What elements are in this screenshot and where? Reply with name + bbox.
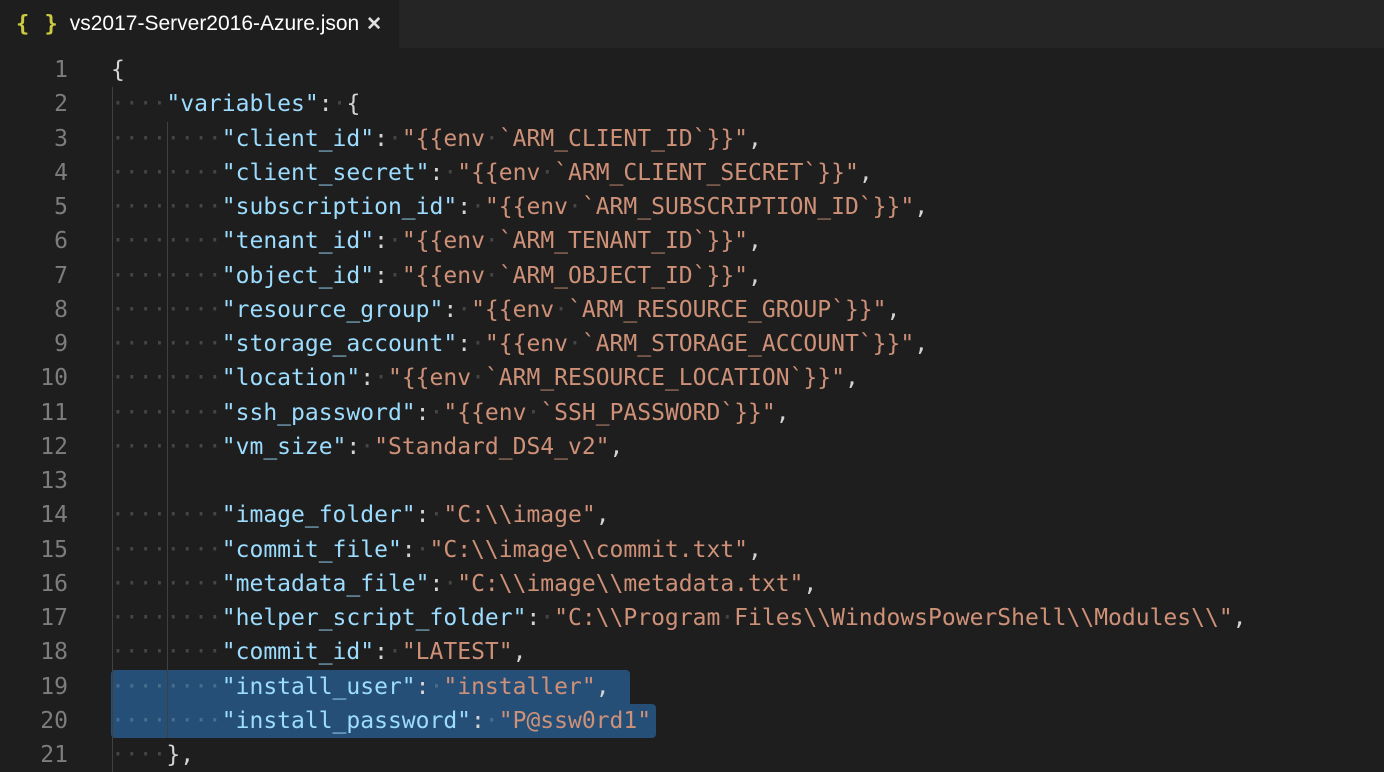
code-text [111, 464, 1384, 498]
line-number: 19 [0, 670, 111, 704]
code-line[interactable]: 19········"install_user":·"installer", [0, 670, 1384, 704]
code-text: ····"variables":·{ [111, 87, 1384, 121]
line-number: 7 [0, 259, 111, 293]
code-line[interactable]: 1{ [0, 53, 1384, 87]
line-number: 4 [0, 156, 111, 190]
line-number: 14 [0, 498, 111, 532]
line-number: 8 [0, 293, 111, 327]
code-line[interactable]: 10········"location":·"{{env·`ARM_RESOUR… [0, 361, 1384, 395]
code-line[interactable]: 4········"client_secret":·"{{env·`ARM_CL… [0, 156, 1384, 190]
code-text: ········"subscription_id":·"{{env·`ARM_S… [111, 190, 1384, 224]
code-line[interactable]: 5········"subscription_id":·"{{env·`ARM_… [0, 190, 1384, 224]
code-line[interactable]: 2····"variables":·{ [0, 87, 1384, 121]
code-line[interactable]: 20········"install_password":·"P@ssw0rd1… [0, 704, 1384, 738]
line-number: 5 [0, 190, 111, 224]
tab-close-icon[interactable]: ✕ [363, 12, 385, 37]
line-number: 10 [0, 361, 111, 395]
tab-filename: vs2017-Server2016-Azure.json [70, 12, 360, 36]
code-text: ········"install_user":·"installer", [111, 670, 1384, 704]
line-number: 3 [0, 122, 111, 156]
line-number: 20 [0, 704, 111, 738]
code-text: ········"install_password":·"P@ssw0rd1" [111, 704, 1384, 738]
code-line[interactable]: 8········"resource_group":·"{{env·`ARM_R… [0, 293, 1384, 327]
line-number: 16 [0, 567, 111, 601]
line-number: 12 [0, 430, 111, 464]
code-text: ········"image_folder":·"C:\\image", [111, 498, 1384, 532]
code-text: ········"ssh_password":·"{{env·`SSH_PASS… [111, 396, 1384, 430]
line-number: 6 [0, 224, 111, 258]
code-line[interactable]: 6········"tenant_id":·"{{env·`ARM_TENANT… [0, 224, 1384, 258]
line-number: 21 [0, 738, 111, 772]
code-area[interactable]: 1{2····"variables":·{3········"client_id… [0, 48, 1384, 772]
code-line[interactable]: 3········"client_id":·"{{env·`ARM_CLIENT… [0, 122, 1384, 156]
code-line[interactable]: 7········"object_id":·"{{env·`ARM_OBJECT… [0, 259, 1384, 293]
code-line[interactable]: 15········"commit_file":·"C:\\image\\com… [0, 533, 1384, 567]
code-text: ········"location":·"{{env·`ARM_RESOURCE… [111, 361, 1384, 395]
code-text: ········"metadata_file":·"C:\\image\\met… [111, 567, 1384, 601]
tab-bar-empty-space [399, 0, 1384, 48]
line-number: 15 [0, 533, 111, 567]
code-line[interactable]: 16········"metadata_file":·"C:\\image\\m… [0, 567, 1384, 601]
code-line[interactable]: 17········"helper_script_folder":·"C:\\P… [0, 601, 1384, 635]
code-line[interactable]: 13 [0, 464, 1384, 498]
code-text: ········"storage_account":·"{{env·`ARM_S… [111, 327, 1384, 361]
code-text: { [111, 53, 1384, 87]
code-text: ········"object_id":·"{{env·`ARM_OBJECT_… [111, 259, 1384, 293]
line-number: 1 [0, 53, 111, 87]
code-text: ········"resource_group":·"{{env·`ARM_RE… [111, 293, 1384, 327]
code-text: ········"vm_size":·"Standard_DS4_v2", [111, 430, 1384, 464]
tab-bar: { } vs2017-Server2016-Azure.json ✕ [0, 0, 1384, 48]
code-line[interactable]: 14········"image_folder":·"C:\\image", [0, 498, 1384, 532]
line-number: 13 [0, 464, 111, 498]
code-line[interactable]: 12········"vm_size":·"Standard_DS4_v2", [0, 430, 1384, 464]
code-text: ····}, [111, 738, 1384, 772]
code-text: ········"client_id":·"{{env·`ARM_CLIENT_… [111, 122, 1384, 156]
line-number: 11 [0, 396, 111, 430]
editor[interactable]: 1{2····"variables":·{3········"client_id… [0, 48, 1384, 772]
code-text: ········"tenant_id":·"{{env·`ARM_TENANT_… [111, 224, 1384, 258]
tab-vs2017-server2016-azure-json[interactable]: { } vs2017-Server2016-Azure.json ✕ [0, 0, 399, 48]
code-text: ········"commit_id":·"LATEST", [111, 635, 1384, 669]
code-text: ········"commit_file":·"C:\\image\\commi… [111, 533, 1384, 567]
line-number: 17 [0, 601, 111, 635]
line-number: 2 [0, 87, 111, 121]
code-line[interactable]: 21····}, [0, 738, 1384, 772]
line-number: 18 [0, 635, 111, 669]
code-line[interactable]: 9········"storage_account":·"{{env·`ARM_… [0, 327, 1384, 361]
code-text: ········"client_secret":·"{{env·`ARM_CLI… [111, 156, 1384, 190]
json-file-icon: { } [16, 12, 59, 37]
code-line[interactable]: 11········"ssh_password":·"{{env·`SSH_PA… [0, 396, 1384, 430]
code-line[interactable]: 18········"commit_id":·"LATEST", [0, 635, 1384, 669]
code-text: ········"helper_script_folder":·"C:\\Pro… [111, 601, 1384, 635]
line-number: 9 [0, 327, 111, 361]
